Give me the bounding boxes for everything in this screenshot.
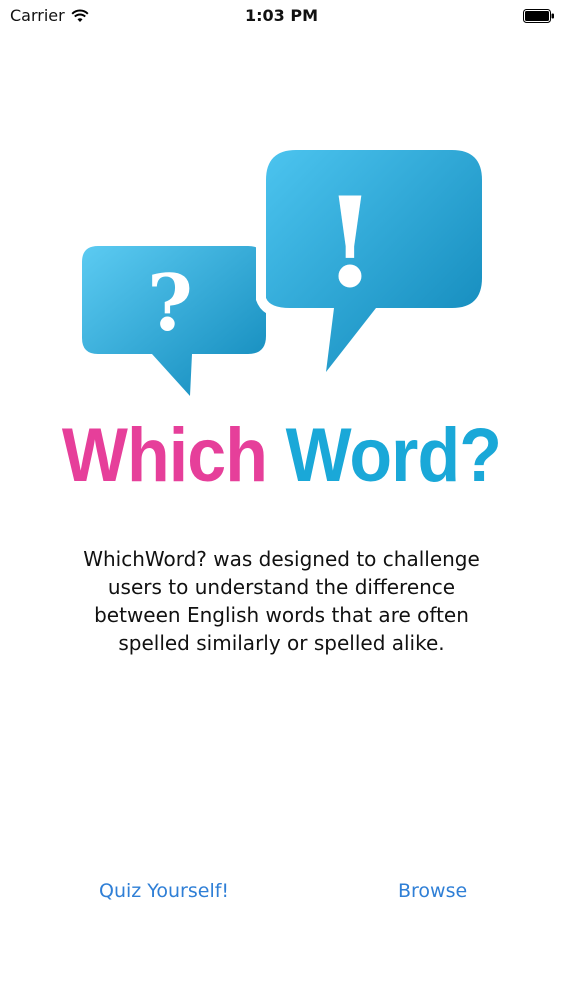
app-logo: ? ! [82, 142, 492, 396]
question-mark-glyph: ? [147, 258, 193, 349]
status-bar: Carrier 1:03 PM [0, 0, 563, 32]
app-description: WhichWord? was designed to challenge use… [83, 547, 480, 655]
exclamation-mark-glyph: ! [323, 171, 377, 316]
app-title: Which Word? [23, 408, 541, 504]
browse-button[interactable]: Browse [398, 880, 467, 902]
title-word: Word? [285, 413, 502, 498]
title-which: Which [61, 413, 268, 498]
battery-icon [523, 9, 554, 23]
quiz-yourself-button[interactable]: Quiz Yourself! [99, 880, 229, 902]
status-time: 1:03 PM [244, 6, 318, 25]
